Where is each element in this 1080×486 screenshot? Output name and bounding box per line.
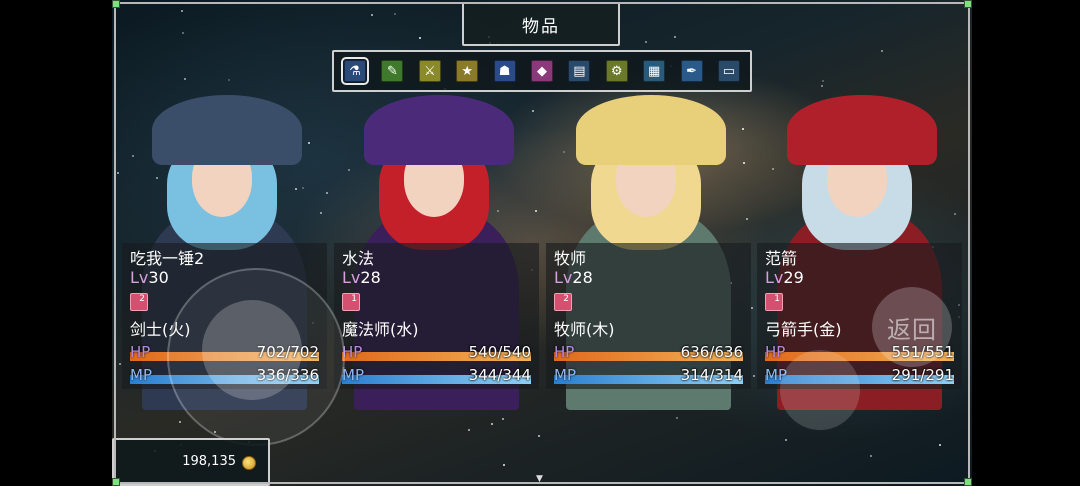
portrait-hat — [364, 95, 514, 165]
star — [491, 423, 493, 425]
star — [870, 455, 872, 457]
crystal-icon[interactable]: ◆ — [530, 60, 553, 82]
gold-amount: 198,135 — [182, 454, 236, 469]
member-level: Lv28 — [554, 268, 593, 287]
hp-label: HP — [765, 343, 786, 361]
gold-panel: 198,135 — [112, 438, 270, 486]
member-name: 水法 — [342, 249, 375, 268]
member-level: Lv29 — [765, 268, 804, 287]
member-class: 魔法师(水) — [342, 320, 419, 339]
mp-value: 344/344 — [468, 366, 531, 384]
party-member-card[interactable]: 牧师 Lv28 2 牧师(木) HP 636/636 MP 314/314 — [546, 243, 751, 389]
feather-icon[interactable]: ✒ — [680, 60, 703, 82]
mp-gauge: MP 344/344 — [342, 366, 531, 384]
star — [674, 36, 676, 38]
sword-icon[interactable]: ⚔ — [418, 60, 441, 82]
star — [785, 439, 787, 441]
scroll-down-arrow-icon[interactable]: ▼ — [536, 474, 543, 484]
right-letterbox — [972, 0, 1080, 486]
scroll-icon[interactable]: ✎ — [381, 60, 404, 82]
frame-corner — [964, 478, 972, 486]
mp-gauge: MP 314/314 — [554, 366, 743, 384]
star — [468, 429, 470, 431]
status-badge-icon: 2 — [554, 293, 572, 311]
item-category-toolbar: ⚗ ✎ ⚔ ★ ☗ ◆ ▤ ⚙ ▦ ✒ ▭ — [332, 50, 752, 92]
party-member-card[interactable]: 水法 Lv28 1 魔法师(水) HP 540/540 MP 344/344 — [334, 243, 539, 389]
action-button[interactable] — [780, 350, 860, 430]
status-badge-icon: 2 — [130, 293, 148, 311]
potion-icon[interactable]: ⚗ — [341, 57, 369, 85]
mp-value: 314/314 — [680, 366, 743, 384]
card-icon[interactable]: ▦ — [643, 60, 666, 82]
monitor-icon[interactable]: ▭ — [717, 60, 740, 82]
mp-label: MP — [554, 366, 576, 384]
portrait-hat — [152, 95, 302, 165]
level-value: 30 — [148, 268, 169, 287]
mp-value: 291/291 — [891, 366, 954, 384]
hp-value: 540/540 — [468, 343, 531, 361]
member-level: Lv28 — [342, 268, 381, 287]
gold-coin-icon — [242, 456, 256, 470]
mp-label: MP — [342, 366, 364, 384]
status-badge-icon: 1 — [765, 293, 783, 311]
level-label: Lv — [130, 268, 149, 287]
star — [181, 10, 183, 12]
back-button-label: 返回 — [887, 315, 937, 344]
star — [538, 435, 540, 437]
virtual-joystick-knob[interactable] — [202, 300, 302, 400]
frame-corner — [112, 478, 120, 486]
star-icon[interactable]: ★ — [456, 60, 479, 82]
star — [179, 421, 181, 423]
level-value: 29 — [783, 268, 804, 287]
member-name: 牧师 — [554, 249, 587, 268]
gear-icon[interactable]: ⚙ — [605, 60, 628, 82]
hp-gauge: HP 540/540 — [342, 343, 531, 361]
star — [676, 417, 678, 419]
star — [503, 464, 505, 466]
hp-gauge: HP 636/636 — [554, 343, 743, 361]
status-badge-icon: 1 — [342, 293, 360, 311]
star — [117, 172, 119, 174]
back-button[interactable]: 返回 — [872, 287, 952, 367]
left-letterbox — [0, 0, 112, 486]
star — [753, 375, 755, 377]
level-value: 28 — [360, 268, 381, 287]
star — [881, 50, 883, 52]
level-label: Lv — [342, 268, 361, 287]
book-icon[interactable]: ▤ — [568, 60, 591, 82]
star — [184, 78, 186, 80]
running-figure-icon[interactable]: ☗ — [493, 60, 516, 82]
star — [182, 32, 184, 34]
star — [394, 13, 396, 15]
hp-label: HP — [554, 343, 575, 361]
level-label: Lv — [765, 268, 784, 287]
frame-corner — [112, 0, 120, 8]
member-name: 范箭 — [765, 249, 798, 268]
hp-value: 636/636 — [680, 343, 743, 361]
frame-corner — [964, 0, 972, 8]
star — [751, 307, 753, 309]
member-class: 弓箭手(金) — [765, 320, 842, 339]
member-level: Lv30 — [130, 268, 169, 287]
star — [119, 363, 121, 365]
star — [645, 41, 647, 43]
star — [228, 79, 230, 81]
member-class: 牧师(木) — [554, 320, 615, 339]
star — [419, 37, 421, 39]
star — [822, 80, 824, 82]
star — [502, 418, 504, 420]
mp-label: MP — [130, 366, 152, 384]
star — [939, 444, 941, 446]
game-viewport: 物品 ⚗ ✎ ⚔ ★ ☗ ◆ ▤ ⚙ ▦ ✒ ▭ 吃我一锤2 Lv30 2 剑士(火) HP 702/702 M… — [112, 0, 972, 486]
member-name: 吃我一锤2 — [130, 249, 205, 268]
star — [371, 14, 373, 16]
level-label: Lv — [554, 268, 573, 287]
window-title: 物品 — [522, 16, 560, 37]
portrait-hat — [787, 95, 937, 165]
portrait-hat — [576, 95, 726, 165]
level-value: 28 — [572, 268, 593, 287]
hp-label: HP — [130, 343, 151, 361]
hp-label: HP — [342, 343, 363, 361]
window-title-box: 物品 — [462, 2, 620, 46]
